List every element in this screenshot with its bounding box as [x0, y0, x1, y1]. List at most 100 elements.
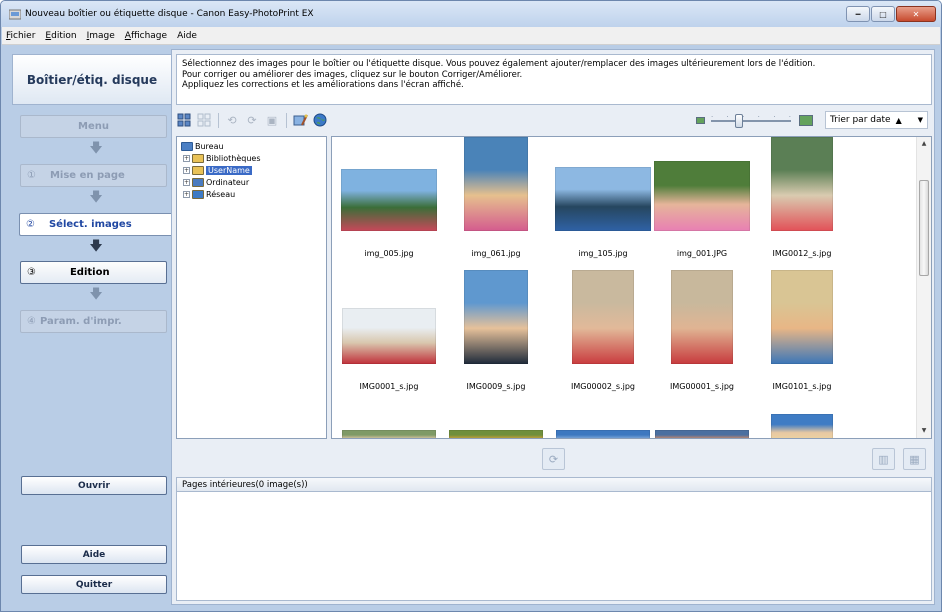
- tree-root[interactable]: Bureau: [179, 140, 324, 152]
- photo-thumbnail[interactable]: [464, 270, 528, 364]
- photo-thumbnail[interactable]: [341, 169, 437, 231]
- remove-image-button[interactable]: ▥: [872, 448, 895, 470]
- thumbnail-item[interactable]: IMG0001_s.jpg: [335, 270, 443, 400]
- menu-item[interactable]: Affichage: [120, 31, 172, 41]
- step-param-impr[interactable]: ④ Param. d'impr.: [20, 310, 167, 333]
- select-all-button[interactable]: [176, 112, 192, 128]
- thumbnail-item[interactable]: IMG0009_s.jpg: [442, 270, 550, 400]
- large-thumbnail-icon: [799, 114, 813, 126]
- scroll-up-icon[interactable]: ▲: [917, 137, 931, 151]
- thumbnail-item[interactable]: img_001.JPG: [648, 137, 756, 267]
- photo-thumbnail[interactable]: [464, 137, 528, 231]
- guide-text: Sélectionnez des images pour le boîtier …: [176, 54, 932, 105]
- tree-label: UserName: [206, 165, 252, 175]
- sort-dropdown[interactable]: Trier par date ▲ ▼: [825, 111, 928, 129]
- menu-item[interactable]: Edition: [40, 31, 81, 41]
- photo-thumbnail[interactable]: [449, 430, 543, 438]
- rotate-right-button[interactable]: ⟳: [244, 112, 260, 128]
- thumbnail-item[interactable]: IMG00002_s.jpg: [549, 270, 657, 400]
- thumbnail-item[interactable]: IMG0101_s.jpg: [748, 270, 856, 400]
- step-edition[interactable]: ③ Edition: [20, 261, 167, 284]
- thumbnail-caption: img_105.jpg: [578, 249, 628, 258]
- remove-all-button[interactable]: ▦: [903, 448, 926, 470]
- tree-label: Ordinateur: [206, 177, 250, 187]
- thumbnail-item[interactable]: [648, 403, 756, 438]
- scroll-down-icon[interactable]: ▼: [917, 424, 931, 438]
- close-button[interactable]: ✕: [896, 6, 936, 22]
- minimize-button[interactable]: ━: [846, 6, 870, 22]
- toolbar-separator: [218, 112, 219, 128]
- menu-step-button[interactable]: Menu: [20, 115, 167, 138]
- thumbnail-item[interactable]: IMG0012_s.jpg: [748, 137, 856, 267]
- photo-thumbnail[interactable]: [342, 430, 436, 438]
- thumbnail-caption: IMG00001_s.jpg: [670, 382, 734, 391]
- tree-item[interactable]: + Bibliothèques: [179, 152, 324, 164]
- thumbnail-item[interactable]: img_005.jpg: [335, 137, 443, 267]
- help-button[interactable]: Aide: [21, 545, 167, 564]
- folder-icon: [192, 165, 204, 175]
- step-number: ①: [27, 170, 36, 181]
- correct-enhance-button[interactable]: [292, 112, 308, 128]
- enlarge-view-button[interactable]: ▣: [264, 112, 280, 128]
- folder-tree: Bureau + Bibliothèques + UserName + Ordinateu…: [176, 136, 327, 439]
- expand-icon[interactable]: +: [183, 178, 190, 186]
- tree-item[interactable]: + Réseau: [179, 188, 324, 200]
- step-select-images[interactable]: ② Sélect. images: [19, 213, 177, 236]
- step-mise-en-page[interactable]: ① Mise en page: [20, 164, 167, 187]
- thumbnail-item[interactable]: img_061.jpg: [442, 137, 550, 267]
- small-thumbnail-icon: [696, 116, 705, 124]
- step-arrow-icon: 🡇: [89, 287, 103, 302]
- thumbnail-caption: img_061.jpg: [471, 249, 521, 258]
- thumbnail-size-slider[interactable]: · · · · · ·: [711, 112, 791, 128]
- main-panel: Sélectionnez des images pour le boîtier …: [171, 49, 935, 605]
- thumbnail-item[interactable]: img_105.jpg: [549, 137, 657, 267]
- thumbnail-item[interactable]: [549, 403, 657, 438]
- photo-thumbnail[interactable]: [555, 167, 651, 231]
- photo-thumbnail[interactable]: [655, 430, 749, 438]
- internet-photo-button[interactable]: [312, 112, 328, 128]
- slider-track: [711, 120, 791, 122]
- menu-item[interactable]: Image: [82, 31, 120, 41]
- thumbnail-caption: IMG0001_s.jpg: [359, 382, 419, 391]
- photo-thumbnail[interactable]: [771, 137, 833, 231]
- minimize-icon: ━: [855, 9, 861, 19]
- gallery-scrollbar[interactable]: ▲ ▼: [916, 137, 931, 438]
- photo-thumbnail[interactable]: [342, 308, 436, 364]
- thumbnail-item[interactable]: [748, 403, 856, 438]
- maximize-button[interactable]: □: [871, 6, 895, 22]
- open-button[interactable]: Ouvrir: [21, 476, 167, 495]
- remove-image-icon: ▥: [878, 452, 889, 466]
- thumbnail-item[interactable]: [335, 403, 443, 438]
- add-image-button[interactable]: ⟳: [542, 448, 565, 470]
- deselect-all-button[interactable]: [196, 112, 212, 128]
- thumbnail-item[interactable]: IMG00001_s.jpg: [648, 270, 756, 400]
- expand-icon[interactable]: +: [183, 190, 190, 198]
- app-window: Nouveau boîtier ou étiquette disque - Ca…: [0, 0, 942, 612]
- photo-thumbnail[interactable]: [556, 430, 650, 438]
- menu-item[interactable]: Fichier: [2, 31, 40, 41]
- rotate-right-icon: ⟳: [247, 113, 257, 127]
- expand-icon[interactable]: +: [183, 166, 190, 174]
- step-label: Param. d'impr.: [39, 316, 122, 327]
- title-bar: Nouveau boîtier ou étiquette disque - Ca…: [1, 1, 941, 27]
- tree-item[interactable]: + UserName: [179, 164, 324, 176]
- slider-thumb[interactable]: [735, 114, 743, 128]
- dropdown-arrow-icon[interactable]: ▼: [918, 116, 923, 124]
- photo-thumbnail[interactable]: [771, 270, 833, 364]
- pages-drop-area[interactable]: [176, 491, 932, 601]
- scrollbar-thumb[interactable]: [919, 180, 929, 276]
- photo-thumbnail[interactable]: [572, 270, 634, 364]
- tree-item[interactable]: + Ordinateur: [179, 176, 324, 188]
- expand-icon[interactable]: +: [183, 154, 190, 162]
- thumbnail-item[interactable]: [442, 403, 550, 438]
- photo-thumbnail[interactable]: [771, 414, 833, 438]
- photo-thumbnail[interactable]: [654, 161, 750, 231]
- sort-order-icon[interactable]: ▲: [896, 116, 902, 125]
- step-number: ④: [27, 316, 36, 327]
- rotate-left-button[interactable]: ⟲: [224, 112, 240, 128]
- quit-button[interactable]: Quitter: [21, 575, 167, 594]
- window-title: Nouveau boîtier ou étiquette disque - Ca…: [25, 9, 314, 19]
- photo-thumbnail[interactable]: [671, 270, 733, 364]
- toolbar-separator: [286, 112, 287, 128]
- menu-item[interactable]: Aide: [172, 31, 202, 41]
